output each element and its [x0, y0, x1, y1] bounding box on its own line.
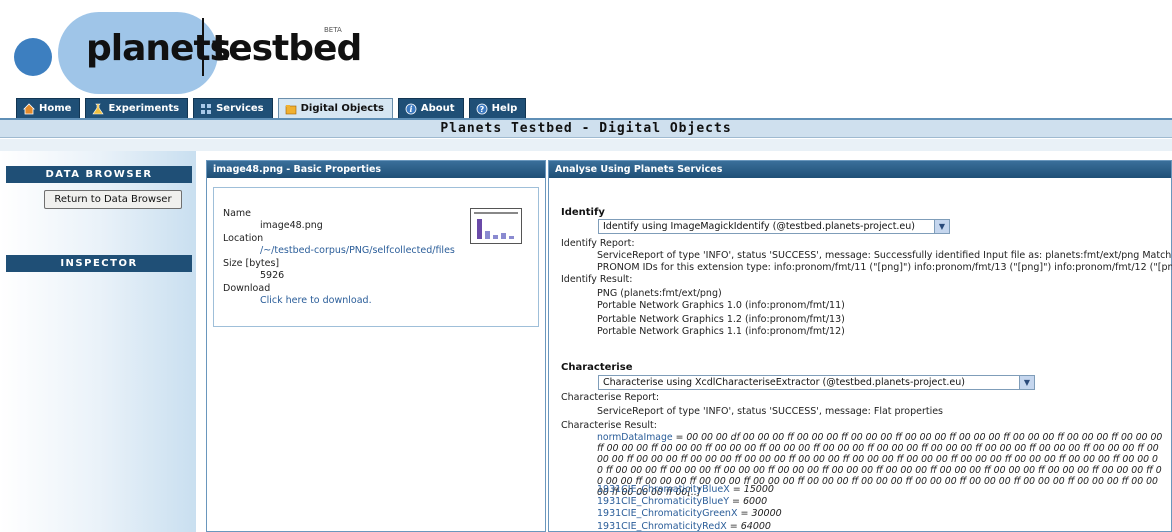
help-icon: ?	[476, 103, 487, 114]
main-tabs: Home Experiments Services Digital Object…	[16, 98, 527, 118]
basic-properties-header: image48.png - Basic Properties	[207, 161, 545, 178]
property-key[interactable]: 1931CIE_ChromaticityRedX	[597, 521, 727, 532]
name-label: Name	[223, 208, 252, 219]
property-row: 1931CIE_ChromaticityRedX = 64000	[597, 521, 771, 532]
thumbnail-title-line	[474, 212, 518, 214]
characterise-select-value: Characterise using XcdlCharacteriseExtra…	[603, 377, 965, 388]
tab-about-label: About	[420, 103, 455, 114]
tab-home-label: Home	[39, 103, 72, 114]
flask-icon	[92, 103, 105, 114]
svg-text:?: ?	[479, 105, 484, 114]
thumbnail-bar	[509, 236, 514, 239]
size-label: Size [bytes]	[223, 258, 280, 269]
page-title-bar: Planets Testbed - Digital Objects	[0, 118, 1172, 138]
tab-experiments[interactable]: Experiments	[85, 98, 189, 118]
tab-about[interactable]: i About	[397, 98, 464, 118]
identify-result-item: Portable Network Graphics 1.0 (info:pron…	[597, 300, 845, 311]
property-row: 1931CIE_ChromaticityBlueY = 6000	[597, 496, 767, 507]
thumbnail-bar	[493, 235, 498, 239]
identify-service-select[interactable]: Identify using ImageMagickIdentify (@tes…	[598, 219, 950, 234]
characterise-service-select[interactable]: Characterise using XcdlCharacteriseExtra…	[598, 375, 1035, 390]
identify-result-item: PNG (planets:fmt/ext/png)	[597, 288, 722, 299]
tab-services-label: Services	[216, 103, 264, 114]
planets-testbed-logo[interactable]: planets testbed BETA	[14, 8, 374, 94]
identify-select-value: Identify using ImageMagickIdentify (@tes…	[603, 221, 916, 232]
thumbnail-bar	[485, 231, 490, 239]
logo-circle-small	[14, 38, 52, 76]
chevron-down-icon: ▼	[934, 220, 949, 233]
location-link[interactable]: /~/testbed-corpus/PNG/selfcollected/file…	[260, 245, 455, 256]
characterise-report: ServiceReport of type 'INFO', status 'SU…	[597, 406, 944, 417]
logo-word-testbed: testbed	[212, 28, 362, 69]
basic-properties-box: Name image48.png Location /~/testbed-cor…	[213, 187, 539, 327]
tab-help[interactable]: ? Help	[468, 98, 527, 118]
tab-experiments-label: Experiments	[108, 103, 180, 114]
property-value: = 6000	[729, 496, 768, 507]
logo-word-planets: planets	[86, 28, 231, 69]
identify-title: Identify	[561, 207, 605, 218]
chevron-down-icon: ▼	[1019, 376, 1034, 389]
property-value: = 15000	[729, 484, 774, 495]
identify-result-item: Portable Network Graphics 1.1 (info:pron…	[597, 326, 845, 337]
svg-text:i: i	[409, 104, 412, 114]
image-thumbnail[interactable]	[470, 208, 522, 244]
analyse-panel: Analyse Using Planets Services Identify …	[548, 160, 1172, 532]
tab-help-label: Help	[491, 103, 518, 114]
download-link[interactable]: Click here to download.	[260, 295, 372, 306]
page-title: Planets Testbed - Digital Objects	[440, 121, 732, 136]
property-value: = 64000	[726, 521, 771, 532]
identify-result-item: Portable Network Graphics 1.2 (info:pron…	[597, 314, 845, 325]
thumbnail-bar	[477, 219, 482, 239]
return-to-data-browser-button[interactable]: Return to Data Browser	[44, 190, 182, 209]
download-label: Download	[223, 283, 271, 294]
home-icon	[23, 102, 35, 114]
title-strip	[0, 139, 1172, 151]
tab-services[interactable]: Services	[193, 98, 273, 118]
location-label: Location	[223, 233, 264, 244]
identify-report-label: Identify Report:	[561, 238, 635, 249]
identify-report-line2: PRONOM IDs for this extension type: info…	[597, 262, 1172, 273]
property-row: 1931CIE_ChromaticityBlueX = 15000	[597, 484, 774, 495]
logo-separator	[202, 18, 204, 76]
characterise-result-label: Characterise Result:	[561, 420, 657, 431]
identify-result-label: Identify Result:	[561, 274, 633, 285]
thumbnail-bar	[501, 233, 506, 239]
property-value: = 30000	[737, 508, 782, 519]
inspector-heading: INSPECTOR	[6, 255, 192, 272]
characterise-report-label: Characterise Report:	[561, 392, 660, 403]
header: planets testbed BETA	[0, 0, 1172, 96]
analyse-header: Analyse Using Planets Services	[549, 161, 1171, 178]
identify-report-line1: ServiceReport of type 'INFO', status 'SU…	[597, 250, 1172, 261]
property-key[interactable]: 1931CIE_ChromaticityBlueY	[597, 496, 729, 507]
logo-beta-label: BETA	[324, 26, 342, 34]
size-value: 5926	[260, 270, 285, 281]
tab-home[interactable]: Home	[16, 98, 81, 118]
property-row: 1931CIE_ChromaticityGreenX = 30000	[597, 508, 782, 519]
folder-icon	[285, 104, 296, 114]
data-browser-heading: DATA BROWSER	[6, 166, 192, 183]
name-value: image48.png	[260, 220, 323, 231]
property-key[interactable]: 1931CIE_ChromaticityGreenX	[597, 508, 737, 519]
tab-digital-objects-label: Digital Objects	[300, 103, 384, 114]
services-icon	[201, 103, 212, 114]
characterise-title: Characterise	[561, 362, 633, 373]
basic-properties-panel: image48.png - Basic Properties Name imag…	[206, 160, 546, 532]
norm-data-image-key[interactable]: normDataImage	[597, 432, 673, 443]
property-key[interactable]: 1931CIE_ChromaticityBlueX	[597, 484, 730, 495]
info-icon: i	[405, 103, 417, 114]
tab-digital-objects[interactable]: Digital Objects	[277, 98, 393, 118]
